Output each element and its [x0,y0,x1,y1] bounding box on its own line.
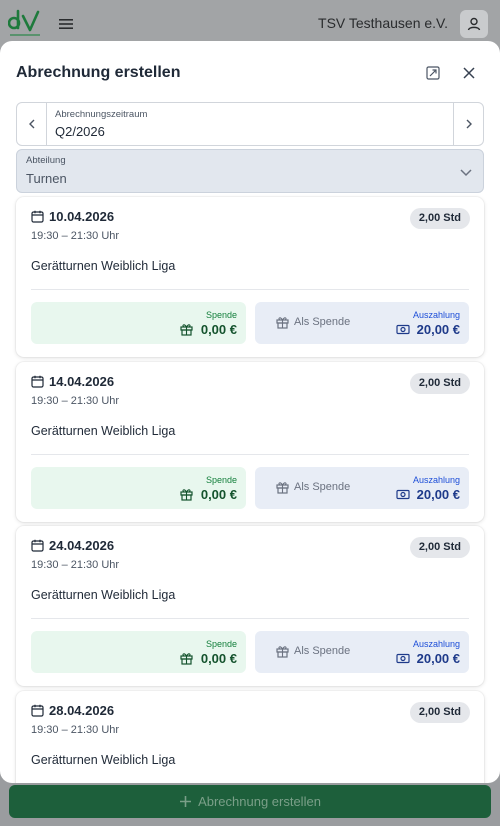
as-spende-label: Als Spende [294,481,351,493]
chevron-down-icon [460,169,472,177]
entry-card: 28.04.2026 19:30 – 21:30 Uhr 2,00 Std Ge… [16,691,484,783]
menu-button[interactable] [56,14,76,34]
entry-time: 19:30 – 21:30 Uhr [31,395,120,407]
divider [31,618,469,619]
entry-title: Gerätturnen Weiblich Liga [31,588,176,602]
banknote-icon [396,653,410,664]
department-value: Turnen [26,171,67,186]
plus-icon [180,796,192,807]
entry-list: Abrechnung erstellen Abrechnungszeitraum… [0,41,500,783]
spende-value: 0,00 € [200,487,237,502]
spende-label: Spende [205,310,237,320]
spende-value: 0,00 € [200,651,237,666]
spende-value: 0,00 € [200,322,237,337]
entry-date: 14.04.2026 [49,374,115,389]
hours-badge: 2,00 Std [409,702,470,723]
payout-value: 20,00 € [416,487,460,502]
entry-time: 19:30 – 21:30 Uhr [31,230,120,242]
divider [31,454,469,455]
payout-label: Auszahlung [412,475,460,485]
entry-time: 19:30 – 21:30 Uhr [31,559,120,571]
gift-icon [180,324,193,336]
expand-icon [426,66,440,80]
entry-time: 19:30 – 21:30 Uhr [31,724,120,736]
gift-icon [180,653,193,665]
entry-card: 14.04.2026 19:30 – 21:30 Uhr 2,00 Std Ge… [16,362,484,522]
hours-badge: 2,00 Std [409,537,470,558]
chevron-left-icon [28,119,34,129]
close-button[interactable] [457,61,481,85]
gift-icon [180,489,193,501]
entry-date: 24.04.2026 [49,538,115,553]
gift-icon [276,646,289,658]
spende-box: Spende 0,00 € [31,467,246,509]
close-icon [463,67,475,79]
hours-badge: 2,00 Std [409,208,470,229]
entry-date: 10.04.2026 [49,209,115,224]
entry-title: Gerätturnen Weiblich Liga [31,424,176,438]
as-spende-label: Als Spende [294,645,351,657]
payout-label: Auszahlung [412,310,460,320]
hours-badge: 2,00 Std [409,373,470,394]
period-prev-button[interactable] [17,103,47,145]
calendar-icon [31,375,44,388]
calendar-icon [31,704,44,717]
entry-title: Gerätturnen Weiblich Liga [31,753,176,767]
spende-box: Spende 0,00 € [31,302,246,344]
gift-icon [276,317,289,329]
entry-card: 10.04.2026 19:30 – 21:30 Uhr 2,00 Std Ge… [16,197,484,357]
calendar-icon [31,539,44,552]
spende-label: Spende [205,639,237,649]
create-settlement-button[interactable]: Abrechnung erstellen [9,785,491,818]
user-icon [467,17,481,31]
entry-card: 24.04.2026 19:30 – 21:30 Uhr 2,00 Std Ge… [16,526,484,686]
dv-logo[interactable] [8,6,44,40]
period-label: Abrechnungszeitraum [55,109,148,120]
expand-button[interactable] [421,61,445,85]
hamburger-icon [59,19,73,29]
gift-icon [276,482,289,494]
payout-value: 20,00 € [416,322,460,337]
chevron-right-icon [466,119,472,129]
payout-box: Als Spende Auszahlung 20,00 € [255,467,469,509]
department-label: Abteilung [26,155,66,166]
user-button[interactable] [460,10,488,38]
club-name: TSV Testhausen e.V. [318,15,448,31]
spende-label: Spende [205,475,237,485]
entry-title: Gerätturnen Weiblich Liga [31,259,176,273]
divider [31,289,469,290]
banknote-icon [396,324,410,335]
payout-box: Als Spende Auszahlung 20,00 € [255,302,469,344]
modal-dialog: Abrechnung erstellen Abrechnungszeitraum… [0,41,500,783]
spende-box: Spende 0,00 € [31,631,246,673]
payout-value: 20,00 € [416,651,460,666]
modal-title: Abrechnung erstellen [16,64,181,81]
as-spende-label: Als Spende [294,316,351,328]
period-next-button[interactable] [453,103,483,145]
payout-box: Als Spende Auszahlung 20,00 € [255,631,469,673]
modal-header: Abrechnung erstellen [0,41,500,101]
period-selector[interactable]: Abrechnungszeitraum Q2/2026 [16,102,484,146]
banknote-icon [396,489,410,500]
calendar-icon [31,210,44,223]
period-value: Q2/2026 [55,124,105,139]
payout-label: Auszahlung [412,639,460,649]
department-select[interactable]: Abteilung Turnen [16,149,484,193]
create-settlement-label: Abrechnung erstellen [198,794,321,809]
entry-date: 28.04.2026 [49,703,115,718]
